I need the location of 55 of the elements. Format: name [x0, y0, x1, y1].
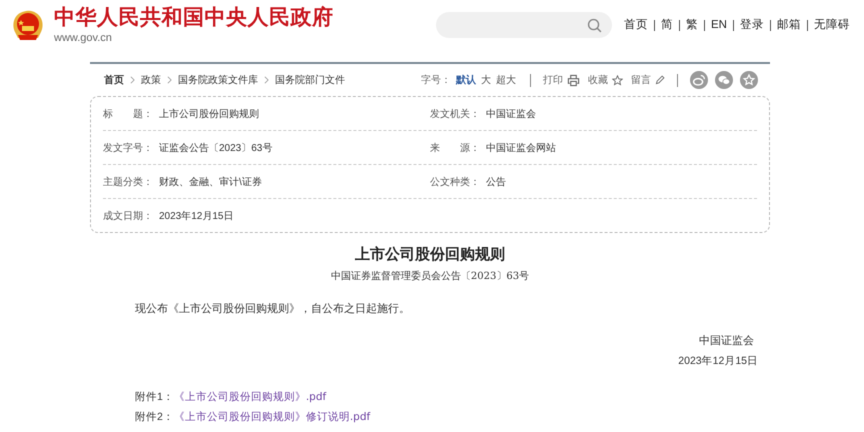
search-field[interactable]: [436, 12, 612, 38]
chevron-icon: [264, 76, 269, 84]
field-value: 中国证监会网站: [486, 142, 556, 154]
document-number: 中国证券监督管理委员会公告〔2023〕63号: [330, 270, 530, 283]
attachment-link[interactable]: 《上市公司股份回购规则》.pdf: [174, 390, 326, 404]
print-link[interactable]: 打印: [543, 74, 580, 86]
signature: 中国证监会: [698, 334, 754, 348]
field-label: 公文种类：: [430, 176, 480, 188]
field-value: 财政、金融、审计\证券: [159, 176, 262, 188]
chevron-icon: [167, 76, 172, 84]
site-url: www.gov.cn: [54, 32, 113, 44]
chevron-icon: [130, 76, 135, 84]
field-label: 主题分类：: [103, 176, 153, 188]
font-size-label: 字号：: [421, 74, 451, 87]
breadcrumb-link[interactable]: 首页: [104, 73, 124, 87]
article-title: 上市公司股份回购规则: [354, 245, 506, 264]
star-icon: [612, 74, 623, 86]
breadcrumb-link[interactable]: 国务院政策文件库: [178, 73, 258, 87]
font-size-option[interactable]: 超大: [496, 73, 516, 87]
font-size-option[interactable]: 大: [481, 73, 491, 87]
breadcrumb-link[interactable]: 政策: [141, 73, 161, 87]
nav-link[interactable]: EN: [704, 20, 733, 30]
site-title: 中华人民共和国中央人民政府: [54, 6, 334, 30]
nav-link[interactable]: 简: [654, 20, 680, 30]
field-label: 标 题：: [103, 108, 153, 120]
star-badge-icon[interactable]: [740, 71, 758, 89]
signature-date: 2023年12月15日: [677, 354, 758, 368]
emblem-icon: [12, 8, 44, 42]
printer-icon: [567, 74, 580, 86]
nav-link[interactable]: 无障碍: [807, 20, 850, 30]
field-label: 成文日期：: [103, 210, 153, 222]
article-paragraph: 现公布《上市公司股份回购规则》，自公布之日起施行。: [135, 302, 411, 316]
field-label: 发文机关：: [430, 108, 480, 120]
field-label: 发文字号：: [103, 142, 153, 154]
nav-link[interactable]: 登录: [733, 20, 770, 30]
attachment-link[interactable]: 《上市公司股份回购规则》修订说明.pdf: [174, 410, 370, 424]
font-size-option[interactable]: 默认: [456, 73, 476, 87]
field-label: 来 源：: [430, 142, 480, 154]
chat-bubbles-icon[interactable]: [715, 71, 733, 89]
field-value: 2023年12月15日: [159, 210, 234, 222]
field-value: 上市公司股份回购规则: [159, 108, 259, 120]
search-icon[interactable]: [587, 18, 602, 32]
favorite-link[interactable]: 收藏: [588, 74, 623, 86]
comment-link[interactable]: 留言: [631, 74, 665, 86]
field-value: 中国证监会: [486, 108, 536, 120]
swirl-circle-icon[interactable]: [690, 71, 708, 89]
attachment-label: 附件2：: [135, 410, 174, 424]
nav-link[interactable]: 首页: [624, 20, 654, 30]
field-value: 公告: [486, 176, 506, 188]
attachment-label: 附件1：: [135, 390, 174, 404]
nav-link[interactable]: 繁: [679, 20, 704, 30]
nav-link[interactable]: 邮箱: [770, 20, 807, 30]
pencil-icon: [655, 75, 665, 85]
breadcrumb-link[interactable]: 国务院部门文件: [275, 73, 345, 87]
field-value: 证监会公告〔2023〕63号: [159, 142, 272, 154]
